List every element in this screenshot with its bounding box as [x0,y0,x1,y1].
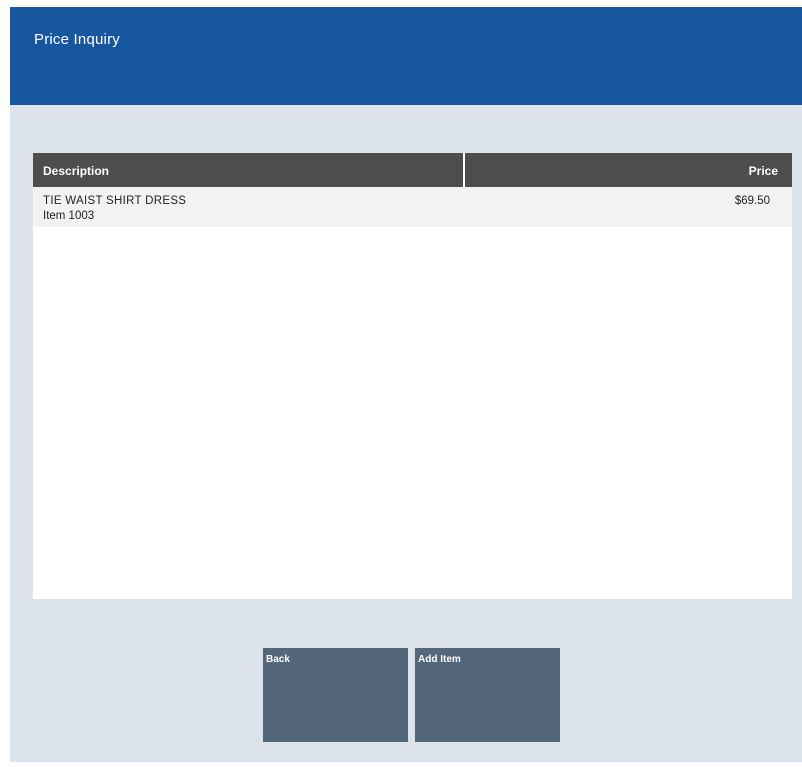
table-row[interactable]: TIE WAIST SHIRT DRESS Item 1003 $69.50 [33,187,792,227]
title-bar: Price Inquiry [10,7,802,105]
item-description: TIE WAIST SHIRT DRESS [43,195,187,207]
back-button[interactable]: Back [263,648,408,742]
price-table: Description Price TIE WAIST SHIRT DRESS … [33,153,792,599]
table-header: Description Price [33,153,792,187]
item-number: Item 1003 [43,210,95,222]
column-header-description-label: Description [43,164,110,178]
add-item-button-label: Add Item [418,654,461,665]
column-header-description: Description [33,153,465,187]
column-header-price-label: Price [748,164,778,178]
back-button-label: Back [266,654,290,665]
app-frame: Price Inquiry Description Price TIE WAIS… [10,7,802,762]
add-item-button[interactable]: Add Item [415,648,560,742]
item-price: $69.50 [734,195,770,207]
page-title: Price Inquiry [34,31,120,48]
